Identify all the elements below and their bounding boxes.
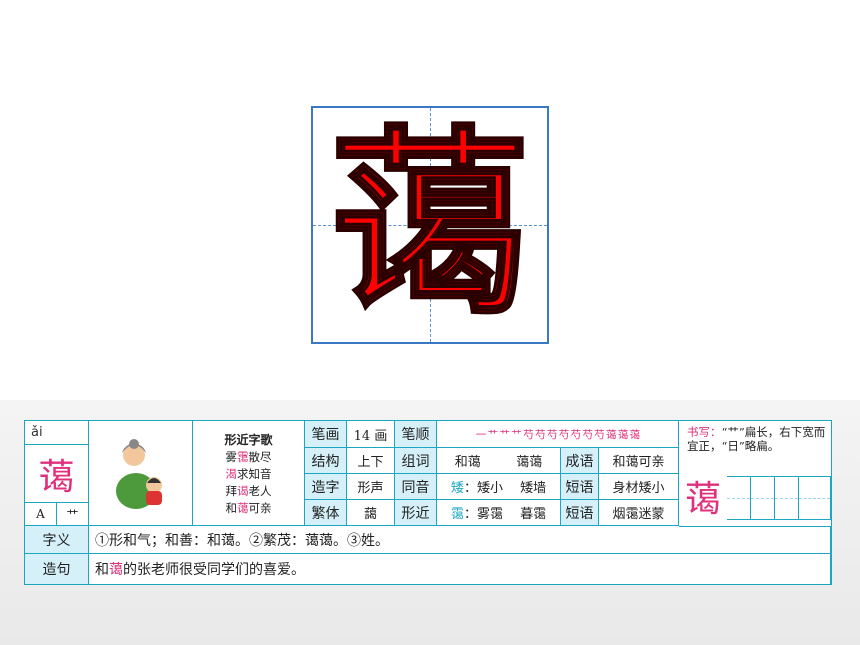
grandma-child-illustration (115, 439, 162, 509)
song-line: 和蔼可亲 (225, 500, 272, 515)
big-character: 蔼 (328, 107, 531, 342)
homophone-char: 矮 (450, 481, 464, 496)
similar-char-song: 形近字歌 雾霭散尽 渴求知音 拜谒老人 和蔼可亲 (193, 421, 305, 526)
sentence-text: 和蔼的张老师很受同学们的喜爱。 (89, 554, 831, 584)
song-title: 形近字歌 (224, 432, 273, 447)
phrase-value: 身材矮小 (599, 474, 679, 500)
meaning-label: 字义 (25, 526, 89, 554)
practice-box (799, 476, 831, 520)
sentence-label: 造句 (25, 554, 89, 584)
word-1: 和蔼 (454, 455, 481, 470)
structure-letter: A (25, 503, 57, 526)
character-grid: 蔼 (311, 106, 549, 344)
traditional-label: 繁体 (305, 500, 347, 526)
idiom-label: 成语 (561, 448, 599, 474)
phrase-label-2: 短语 (561, 500, 599, 526)
writing-tips: 书写：“艹”扁长，右下宽而宜正，“日”略扁。 蔼 (679, 421, 831, 527)
formation-value: 形声 (347, 474, 395, 500)
words-label: 组词 (395, 448, 437, 474)
pinyin: ǎi (25, 421, 89, 445)
words-value: 和蔼 蔼蔼 (437, 448, 561, 474)
radical: 艹 (57, 503, 89, 526)
sentence-highlight: 蔼 (109, 562, 123, 578)
stroke-order: 一 艹 艹 艹 芍 芍 芍 芍 芍 芍 芍 蔼 蔼 蔼 (437, 421, 679, 448)
traditional-value: 藹 (347, 500, 395, 526)
writing-label: 书写： (687, 425, 722, 439)
character-card: ǎi 蔼 A 艹 形近字歌 雾霭散尽 渴求知音 拜谒老人 和蔼可亲 笔画 14 … (24, 420, 832, 585)
strokes-value: 14 画 (347, 421, 395, 448)
strokes-label: 笔画 (305, 421, 347, 448)
order-label: 笔顺 (395, 421, 437, 448)
song-line: 雾霭散尽 (225, 449, 272, 464)
song-line: 拜谒老人 (225, 483, 272, 498)
idiom-value: 和蔼可亲 (599, 448, 679, 474)
formation-label: 造字 (305, 474, 347, 500)
head-character: 蔼 (25, 445, 89, 503)
writing-character: 蔼 (684, 479, 721, 520)
practice-box (775, 476, 799, 520)
similar-char: 霭 (450, 507, 464, 522)
word-2: 蔼蔼 (516, 455, 543, 470)
similar-label: 形近 (395, 500, 437, 526)
homophone-value: 矮：矮小 矮墙 (437, 474, 561, 500)
phrase-label: 短语 (561, 474, 599, 500)
homophone-words: ：矮小 矮墙 (463, 481, 547, 496)
homophone-label: 同音 (395, 474, 437, 500)
structure-value: 上下 (347, 448, 395, 474)
writing-note: 书写：“艹”扁长，右下宽而宜正，“日”略扁。 (687, 425, 826, 453)
illustration (89, 421, 193, 526)
similar-words: ：雾霭 暮霭 (463, 507, 547, 522)
structure-label: 结构 (305, 448, 347, 474)
meaning-text: ①形和气；和善：和蔼。②繁茂：蔼蔼。③姓。 (89, 526, 831, 554)
practice-box (727, 476, 751, 520)
song-line: 渴求知音 (225, 466, 272, 481)
practice-box (751, 476, 775, 520)
similar-value: 霭：雾霭 暮霭 (437, 500, 561, 526)
phrase-value-2: 烟霭迷蒙 (599, 500, 679, 526)
